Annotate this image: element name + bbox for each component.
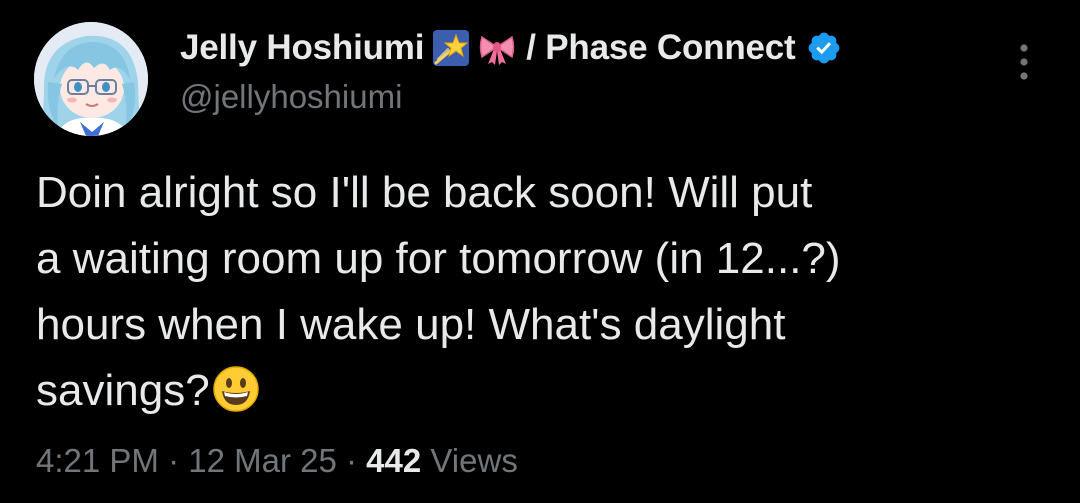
shooting-star-emoji-icon xyxy=(432,29,470,67)
tweet-text: Doin alright so I'll be back soon! Will … xyxy=(36,160,1036,424)
author-avatar[interactable] xyxy=(34,22,148,136)
views-count[interactable]: 442 xyxy=(366,442,421,479)
tweet-time[interactable]: 4:21 PM xyxy=(36,442,159,479)
verified-badge-icon[interactable] xyxy=(806,30,842,66)
tweet-text-line-last: savings? xyxy=(36,358,1036,424)
tweet-meta: 4:21 PM · 12 Mar 25 · 442 Views xyxy=(36,442,518,480)
more-vertical-icon xyxy=(1020,44,1028,80)
tweet-date[interactable]: 12 Mar 25 xyxy=(188,442,337,479)
author-affiliation[interactable]: / Phase Connect xyxy=(526,28,795,68)
author-handle[interactable]: @jellyhoshiumi xyxy=(180,78,402,116)
more-options-button[interactable] xyxy=(1006,40,1042,84)
tweet-text-line: savings? xyxy=(36,366,210,415)
grinning-face-emoji-icon xyxy=(212,365,260,413)
avatar-image xyxy=(34,22,148,136)
ribbon-emoji-icon xyxy=(478,29,516,67)
meta-separator: · xyxy=(158,442,189,479)
meta-separator: · xyxy=(336,442,367,479)
tweet-text-line: Doin alright so I'll be back soon! Will … xyxy=(36,168,813,217)
tweet-text-line: hours when I wake up! What's daylight xyxy=(36,300,786,349)
views-label[interactable]: Views xyxy=(421,442,517,479)
tweet-card[interactable]: Jelly Hoshiumi / Phase Connect @jellyhos… xyxy=(0,0,1080,503)
tweet-text-line: a waiting room up for tomorrow (in 12...… xyxy=(36,234,841,283)
author-name-row[interactable]: Jelly Hoshiumi / Phase Connect xyxy=(180,26,842,70)
author-display-name[interactable]: Jelly Hoshiumi xyxy=(180,28,424,68)
